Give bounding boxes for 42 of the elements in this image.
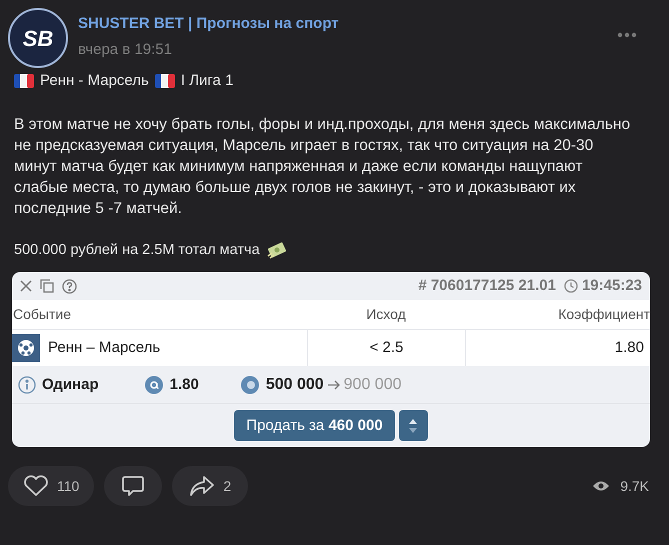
- stake-text: 500.000 рублей на 2.5M тотал матча: [14, 240, 260, 260]
- info-icon: [18, 376, 36, 394]
- column-header: Событие: [12, 305, 72, 324]
- bet-type: Одинар: [42, 374, 99, 394]
- column-header: Исход: [365, 305, 407, 324]
- channel-avatar[interactable]: SB: [8, 8, 68, 68]
- up-down-arrows-icon: [408, 418, 418, 434]
- flag-icon: [154, 73, 175, 90]
- coin-icon: [240, 376, 259, 394]
- payout-amount: 900 000: [344, 374, 402, 395]
- at-sign-icon: [144, 376, 163, 394]
- table-cell: 1.80: [465, 330, 650, 366]
- bet-time: 19:45:23: [582, 276, 642, 296]
- close-icon[interactable]: [20, 280, 32, 292]
- comment-button[interactable]: [104, 466, 162, 506]
- ticket-number: # 7060177125 21.01: [418, 276, 556, 296]
- eye-icon: [592, 480, 610, 492]
- view-count: 9.7K: [620, 476, 649, 496]
- column-header: Коэффициент: [557, 305, 650, 324]
- comment-icon: [121, 474, 146, 498]
- share-button[interactable]: 2: [172, 466, 248, 506]
- flag-icon: [14, 73, 34, 90]
- like-button[interactable]: 110: [8, 466, 94, 506]
- sell-button[interactable]: Продать за 460 000: [234, 410, 395, 442]
- stake-amount: 500 000: [266, 374, 324, 395]
- post-text: В этом матче не хочу брать голы, форы и инд.проходы, для меня здесь максимально не предсказуемая ситуация, Марсель играет в гостях, так что ситуация на 20-30 минут матча будет как минимум напряженная и даже если команды нащупают слабые места, то думаю больше двух голов не закинут, - это и доказывают их последние 5 -7 матчей.: [13, 114, 632, 218]
- post-time: вчера в 19:51: [78, 40, 173, 60]
- headline-text: I Лига 1: [180, 71, 234, 91]
- stepper-button[interactable]: [398, 410, 428, 442]
- arrow-right-icon: [326, 380, 341, 390]
- table-cell: < 2.5: [307, 330, 465, 366]
- headline-text: Ренн - Марсель: [40, 71, 149, 91]
- table-cell-text: Ренн – Марсель: [48, 338, 160, 358]
- heart-icon: [23, 475, 49, 498]
- total-odds: 1.80: [170, 374, 199, 394]
- avatar-logo-text: SB: [22, 24, 54, 52]
- channel-name[interactable]: SHUSTER BET | Прогнозы на спорт: [78, 13, 339, 36]
- clock-icon: [564, 279, 578, 294]
- help-icon[interactable]: [62, 278, 77, 294]
- copy-icon[interactable]: [40, 279, 54, 294]
- more-icon[interactable]: [617, 32, 637, 38]
- share-icon: [189, 475, 216, 498]
